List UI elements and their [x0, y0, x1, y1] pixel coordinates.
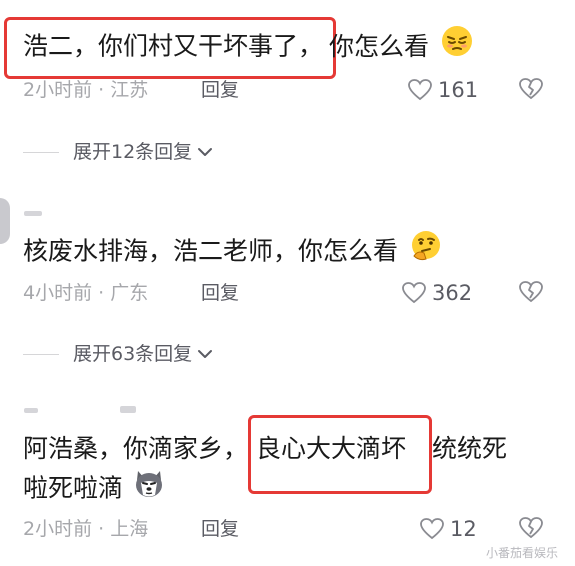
comment-2-expand-label: 展开63条回复: [73, 343, 193, 365]
comment-2-meta: 4小时前 · 广东: [23, 282, 149, 304]
comment-1-like-button[interactable]: 161: [407, 77, 478, 103]
comment-2-reply-button[interactable]: 回复: [201, 281, 239, 305]
heart-icon: [401, 281, 427, 305]
divider-line: [23, 353, 59, 355]
comment-3-highlighted-text: 良心大大滴坏: [256, 434, 407, 463]
comment-1-highlighted-text: 浩二，你们村又干坏事了，: [23, 31, 324, 61]
chevron-down-icon: [196, 342, 214, 366]
username-fragment: [24, 408, 38, 413]
chevron-down-icon: [196, 140, 214, 164]
comment-2-body: 核废水排海，浩二老师，你怎么看: [23, 236, 399, 266]
comment-1-reply-button[interactable]: 回复: [201, 78, 239, 102]
broken-heart-icon: [518, 517, 544, 544]
divider-line: [23, 151, 59, 153]
heart-icon: [407, 78, 433, 102]
comment-3-line1: 阿浩桑，你滴家乡， 良心大大滴坏 统统死: [23, 432, 507, 466]
broken-heart-icon: [518, 78, 544, 105]
broken-heart-icon: [518, 281, 544, 308]
comment-1-expand-replies[interactable]: 展开12条回复: [23, 140, 214, 164]
comment-3-dislike-button[interactable]: [518, 516, 544, 544]
comment-2-like-button[interactable]: 362: [401, 280, 472, 306]
comment-2-expand-replies[interactable]: 展开63条回复: [23, 342, 214, 366]
comment-3-meta: 2小时前 · 上海: [23, 518, 149, 540]
comment-1-dislike-button[interactable]: [518, 77, 544, 105]
comment-1-text: 浩二，你们村又干坏事了， 你怎么看: [23, 25, 473, 68]
watermark: 小番茄看娱乐: [486, 546, 559, 560]
comment-1-meta: 2小时前 · 江苏: [23, 79, 149, 101]
thinking-face-emoji: [410, 230, 442, 271]
comment-1-like-count: 161: [438, 78, 479, 102]
username-fragment: [120, 406, 136, 413]
comment-3-reply-button[interactable]: 回复: [201, 517, 239, 541]
comment-3-text-b: 统统死: [432, 434, 508, 463]
comment-3-line2: 啦死啦滴: [23, 469, 165, 510]
comment-3-text-a: 阿浩桑，你滴家乡，: [23, 434, 249, 463]
comment-2-like-count: 362: [432, 281, 473, 305]
comment-2-dislike-button[interactable]: [518, 280, 544, 308]
comment-1-expand-label: 展开12条回复: [73, 141, 193, 163]
comment-3-like-button[interactable]: 12: [419, 516, 477, 542]
username-fragment: [24, 211, 42, 216]
comment-2-text: 核废水排海，浩二老师，你怎么看: [23, 230, 442, 273]
heart-icon: [419, 517, 445, 541]
comment-3-like-count: 12: [450, 517, 477, 541]
husky-dog-emoji: [133, 467, 165, 508]
squint-face-emoji: [441, 25, 473, 66]
avatar[interactable]: [0, 198, 10, 244]
comment-1-rest-text: 你怎么看: [329, 31, 430, 61]
comment-3-text-line2: 啦死啦滴: [23, 473, 124, 503]
